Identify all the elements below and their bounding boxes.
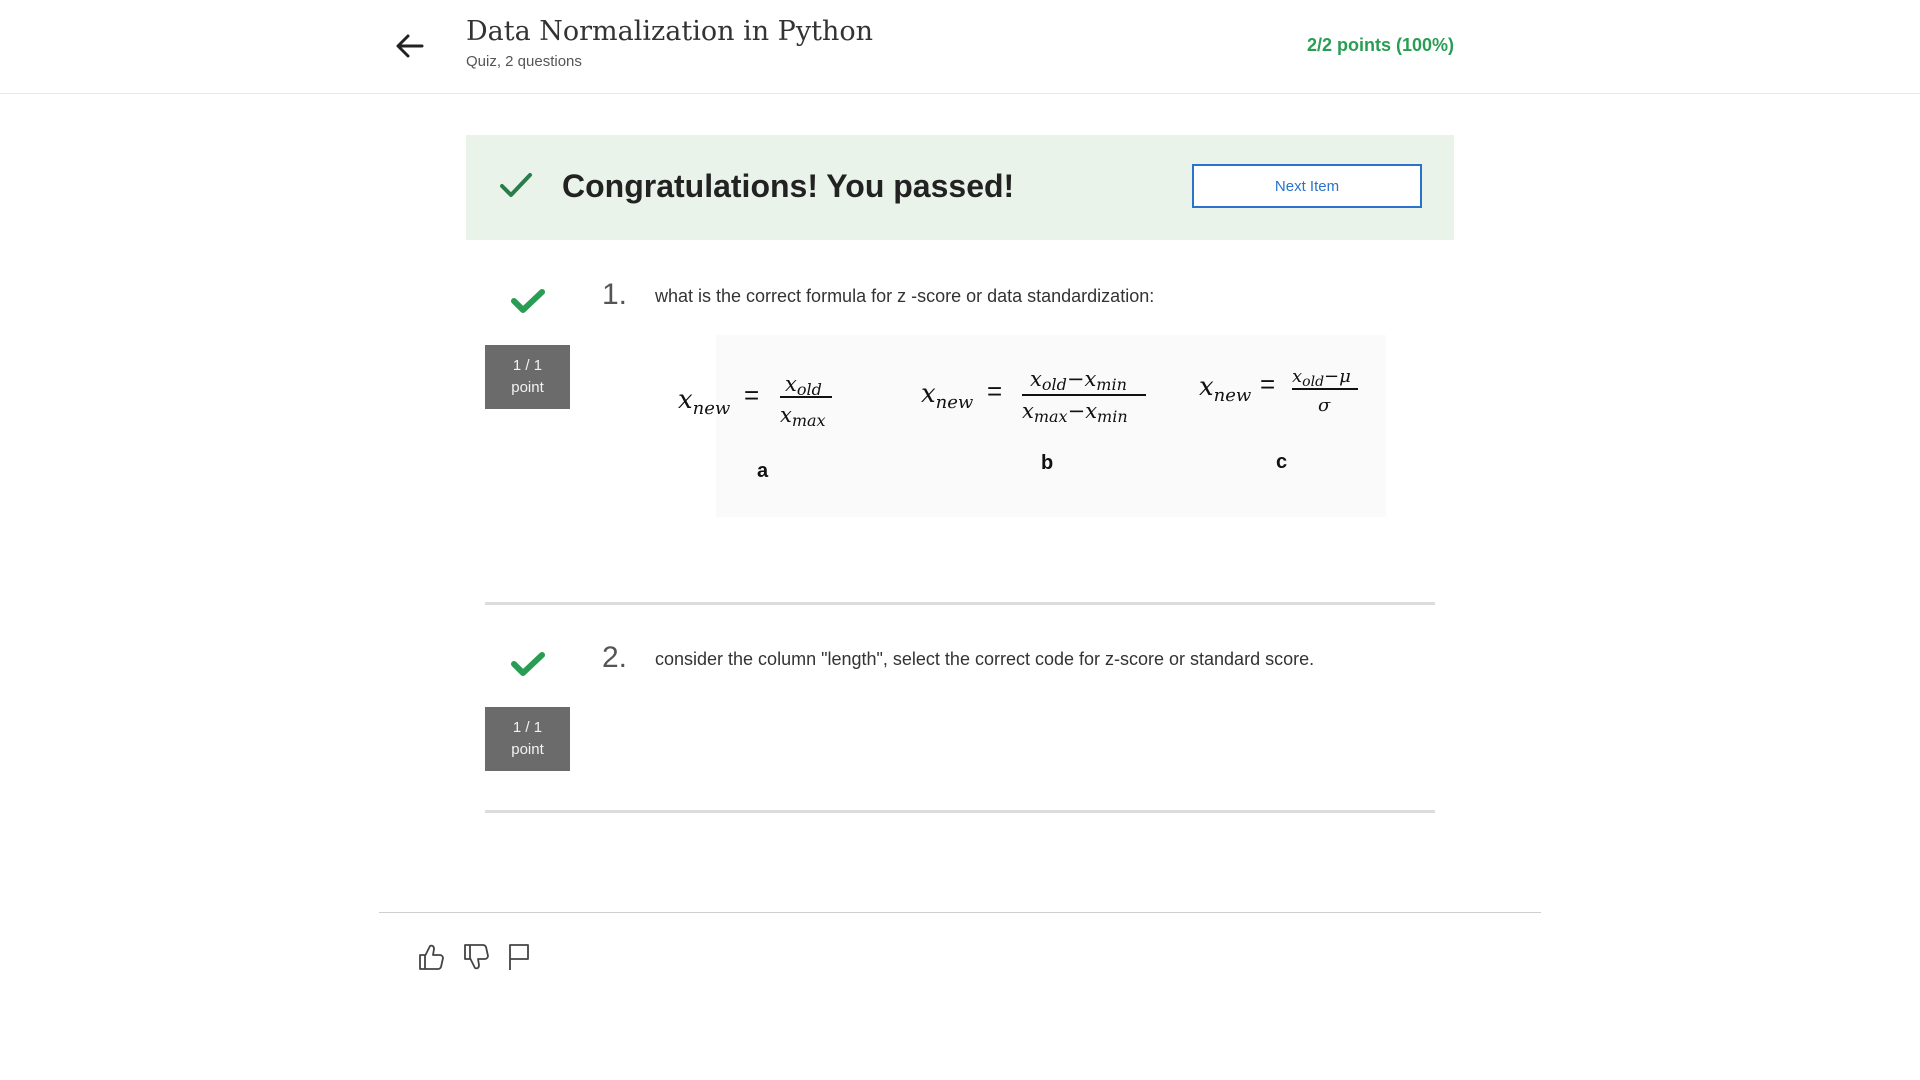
question-divider <box>485 810 1435 813</box>
question-divider <box>485 602 1435 605</box>
arrow-left-icon <box>396 34 424 58</box>
correct-check-icon <box>511 652 545 676</box>
svg-text:=: = <box>987 376 1002 406</box>
formula-label: b <box>1041 452 1053 474</box>
page-subtitle: Quiz, 2 questions <box>466 53 582 70</box>
formula-label: a <box>757 460 769 482</box>
flag-icon[interactable] <box>502 940 536 974</box>
checkmark-icon <box>500 173 532 197</box>
score-value: 1 / 1 <box>512 357 543 374</box>
score-unit: point <box>511 379 544 396</box>
footer-divider <box>379 912 1541 913</box>
question-score-box: 1 / 1 point <box>485 707 570 771</box>
question-text: what is the correct formula for z -score… <box>655 286 1155 306</box>
svg-text:σ: σ <box>1318 395 1331 416</box>
back-button[interactable] <box>392 28 428 64</box>
score-value: 1 / 1 <box>512 719 543 736</box>
formula-image: xnew = xold xmax a xnew = xold−xmin xmax… <box>678 335 1386 517</box>
page-title: Data Normalization in Python <box>466 16 873 47</box>
score-unit: point <box>511 741 544 758</box>
svg-text:=: = <box>744 380 759 410</box>
points-score: 2/2 points (100%) <box>1306 35 1454 55</box>
thumbs-down-icon[interactable] <box>459 940 493 974</box>
svg-text:=: = <box>1260 369 1275 399</box>
formula-label: c <box>1276 451 1287 473</box>
pass-banner: Congratulations! You passed! Next Item <box>466 135 1454 240</box>
question-score-box: 1 / 1 point <box>485 345 570 409</box>
pass-message: Congratulations! You passed! <box>562 168 1015 204</box>
thumbs-up-icon[interactable] <box>414 940 448 974</box>
question-text: consider the column "length", select the… <box>655 649 1315 669</box>
next-item-button[interactable]: Next Item <box>1192 164 1422 208</box>
question-number: 1. <box>602 278 628 311</box>
question-number: 2. <box>602 641 628 674</box>
header: Data Normalization in Python Quiz, 2 que… <box>0 0 1920 94</box>
correct-check-icon <box>511 289 545 313</box>
